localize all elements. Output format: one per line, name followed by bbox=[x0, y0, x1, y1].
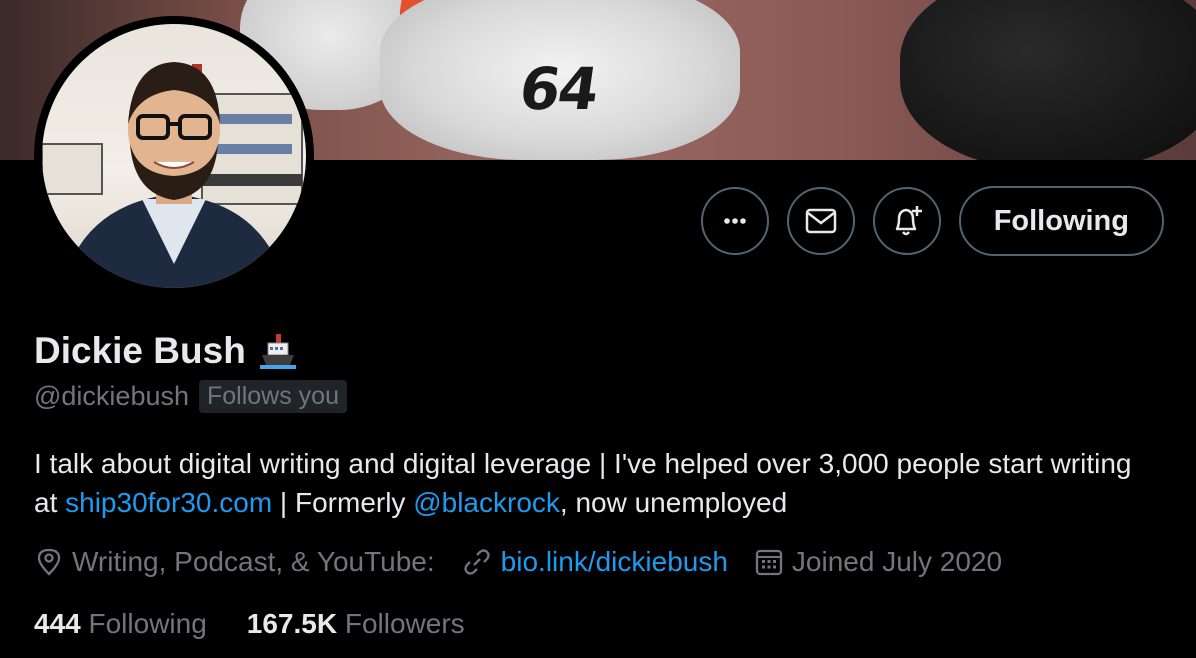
followers-stat[interactable]: 167.5K Followers bbox=[247, 608, 465, 640]
calendar-icon bbox=[755, 549, 783, 576]
bell-plus-icon bbox=[895, 206, 922, 236]
more-horizontal-icon bbox=[723, 218, 746, 224]
display-name: Dickie Bush bbox=[34, 330, 246, 371]
avatar-image bbox=[42, 24, 306, 288]
envelope-icon bbox=[805, 208, 836, 234]
follows-you-badge: Follows you bbox=[199, 380, 347, 413]
location-pin-icon bbox=[37, 548, 61, 576]
message-button[interactable] bbox=[786, 187, 855, 255]
joined-item: Joined July 2020 bbox=[754, 546, 1002, 578]
bio-text: , now unemployed bbox=[559, 487, 788, 518]
bio-mention[interactable]: @blackrock bbox=[413, 487, 560, 518]
avatar-illustration bbox=[42, 62, 303, 288]
handle-row: @dickiebush Follows you bbox=[34, 380, 347, 413]
bio-text: | Formerly bbox=[272, 487, 414, 518]
following-stat[interactable]: 444 Following bbox=[34, 608, 207, 640]
website-item: bio.link/dickiebush bbox=[461, 546, 728, 578]
name-row: Dickie Bush bbox=[34, 330, 298, 372]
following-count: 444 bbox=[34, 608, 81, 639]
following-label: Following bbox=[88, 608, 207, 639]
website-link[interactable]: bio.link/dickiebush bbox=[501, 546, 728, 578]
notify-button[interactable] bbox=[872, 187, 941, 255]
more-button[interactable] bbox=[700, 187, 769, 255]
profile-stats: 444 Following 167.5K Followers bbox=[34, 608, 505, 640]
link-icon bbox=[464, 549, 490, 575]
followers-count: 167.5K bbox=[246, 608, 338, 639]
followers-label: Followers bbox=[344, 608, 465, 639]
location-text: Writing, Podcast, & YouTube: bbox=[72, 546, 435, 577]
profile-bio: I talk about digital writing and digital… bbox=[34, 444, 1154, 522]
profile-actions: Following bbox=[700, 186, 1164, 256]
avatar[interactable] bbox=[34, 16, 314, 296]
banner-jersey-number: 64 bbox=[515, 55, 602, 123]
profile-handle: @dickiebush bbox=[34, 381, 189, 411]
banner-shape bbox=[900, 0, 1196, 160]
bio-link[interactable]: ship30for30.com bbox=[65, 487, 272, 518]
location-item: Writing, Podcast, & YouTube: bbox=[34, 546, 435, 578]
profile-meta: Writing, Podcast, & YouTube: bio.link/di… bbox=[34, 546, 1028, 578]
following-button[interactable]: Following bbox=[958, 186, 1164, 256]
ship-emoji-icon bbox=[259, 334, 296, 369]
joined-text: Joined July 2020 bbox=[791, 546, 1003, 577]
